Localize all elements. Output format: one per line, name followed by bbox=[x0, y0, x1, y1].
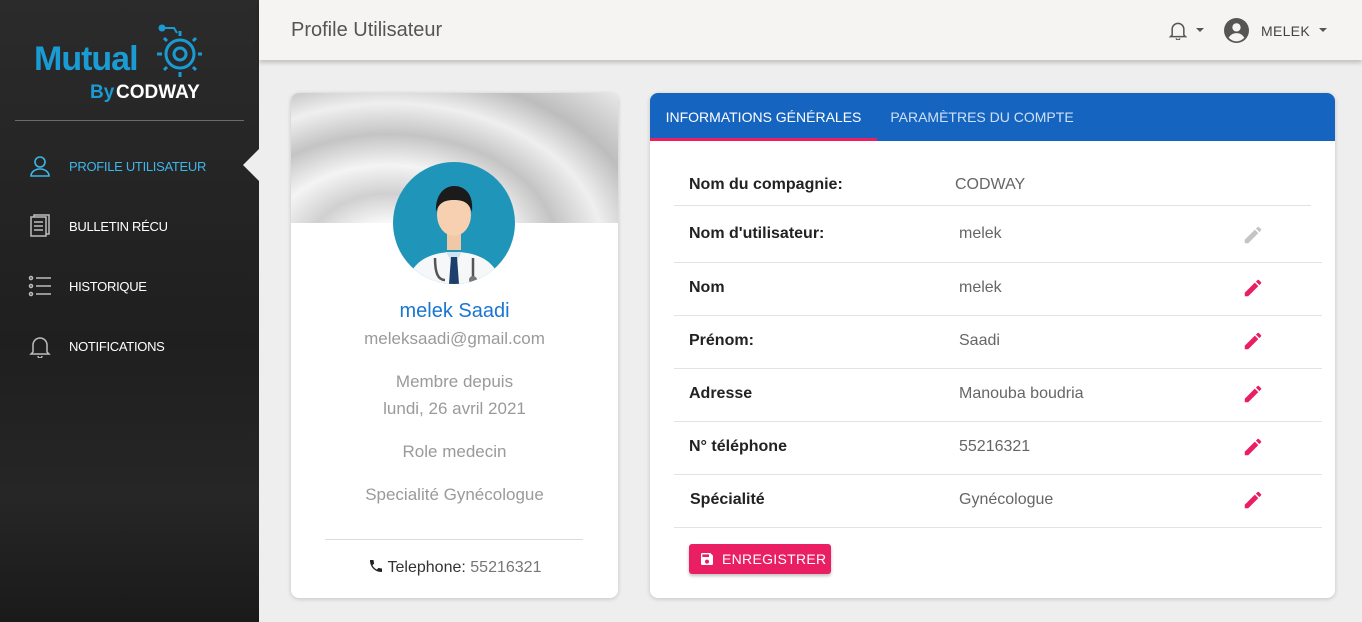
profile-role: Role medecin bbox=[402, 442, 507, 461]
edit-icon-disabled bbox=[1244, 226, 1262, 244]
bell-icon bbox=[29, 337, 51, 358]
logo-company-text: CODWAY bbox=[116, 82, 200, 103]
edit-icon[interactable] bbox=[1242, 489, 1264, 511]
notifications-button[interactable] bbox=[1166, 18, 1208, 42]
field-value: Gynécologue bbox=[959, 491, 1054, 508]
profile-phone: Telephone: 55216321 bbox=[291, 558, 618, 577]
field-label: Nom d'utilisateur: bbox=[689, 225, 825, 242]
field-label: Nom du compagnie: bbox=[689, 176, 843, 193]
field-value: CODWAY bbox=[955, 176, 1026, 193]
info-row-specialite: Spécialité Gynécologue bbox=[674, 475, 1322, 528]
sidebar: Mutual By CODWAY PROFILE UTILISATEUR BUL… bbox=[0, 0, 260, 622]
member-since-label: Membre depuis bbox=[395, 372, 514, 391]
account-circle-icon bbox=[1224, 18, 1249, 43]
info-row-username: Nom d'utilisateur: melek bbox=[674, 206, 1322, 263]
chevron-down-icon bbox=[1319, 28, 1327, 32]
info-row-company: Nom du compagnie: CODWAY bbox=[674, 159, 1311, 206]
sidebar-item-bulletin[interactable]: BULLETIN RÉCU bbox=[0, 206, 259, 246]
field-value: melek bbox=[959, 279, 1002, 296]
logo: Mutual By CODWAY bbox=[34, 22, 214, 104]
info-card: INFORMATIONS GÉNÉRALES PARAMÈTRES DU COM… bbox=[650, 93, 1335, 598]
bell-icon bbox=[1168, 22, 1188, 40]
profile-speciality: Specialité Gynécologue bbox=[365, 485, 544, 504]
sidebar-item-historique[interactable]: HISTORIQUE bbox=[0, 266, 259, 306]
page-title: Profile Utilisateur bbox=[291, 19, 443, 41]
field-label: Adresse bbox=[689, 385, 753, 402]
chevron-down-icon bbox=[1196, 28, 1204, 32]
doctor-avatar-icon bbox=[407, 186, 501, 284]
sidebar-item-label: HISTORIQUE bbox=[69, 278, 147, 294]
sidebar-item-profile[interactable]: PROFILE UTILISATEUR bbox=[0, 146, 259, 186]
sidebar-item-label: NOTIFICATIONS bbox=[69, 338, 165, 354]
sidebar-item-notifications[interactable]: NOTIFICATIONS bbox=[0, 326, 259, 366]
profile-card: melek Saadi meleksaadi@gmail.com Membre … bbox=[291, 93, 618, 598]
user-name: MELEK bbox=[1261, 23, 1310, 39]
field-label: Nom bbox=[689, 279, 725, 296]
tab-general-info[interactable]: INFORMATIONS GÉNÉRALES bbox=[650, 93, 877, 141]
avatar bbox=[393, 162, 515, 284]
save-button-label: ENREGISTRER bbox=[722, 551, 827, 567]
active-item-caret bbox=[243, 148, 260, 182]
phone-value: 55216321 bbox=[470, 559, 542, 576]
tab-label: INFORMATIONS GÉNÉRALES bbox=[665, 109, 862, 125]
user-menu-button[interactable]: MELEK bbox=[1224, 16, 1334, 44]
phone-icon bbox=[369, 560, 382, 572]
edit-icon[interactable] bbox=[1242, 383, 1264, 405]
save-button[interactable]: ENREGISTRER bbox=[689, 544, 831, 574]
edit-icon[interactable] bbox=[1242, 330, 1264, 352]
tab-label: PARAMÈTRES DU COMPTE bbox=[890, 109, 1074, 125]
sidebar-item-label: PROFILE UTILISATEUR bbox=[69, 158, 207, 174]
field-label: Spécialité bbox=[690, 491, 765, 508]
list-icon bbox=[28, 275, 51, 297]
save-icon bbox=[701, 553, 713, 565]
profile-divider bbox=[325, 539, 583, 540]
member-since-date: lundi, 26 avril 2021 bbox=[383, 399, 526, 418]
info-row-adresse: Adresse Manouba boudria bbox=[674, 369, 1322, 422]
phone-label: Telephone: bbox=[387, 559, 466, 576]
field-label: N° téléphone bbox=[689, 438, 787, 455]
field-label: Prénom: bbox=[689, 332, 754, 349]
user-icon bbox=[30, 156, 50, 177]
edit-icon[interactable] bbox=[1242, 436, 1264, 458]
sidebar-item-label: BULLETIN RÉCU bbox=[69, 218, 168, 234]
edit-icon[interactable] bbox=[1242, 277, 1264, 299]
info-row-prenom: Prénom: Saadi bbox=[674, 316, 1322, 369]
field-value: Manouba boudria bbox=[959, 385, 1084, 402]
logo-mutual-text: Mutual bbox=[34, 40, 139, 78]
field-value: melek bbox=[959, 225, 1002, 242]
info-row-nom: Nom melek bbox=[674, 263, 1322, 316]
tab-account-settings[interactable]: PARAMÈTRES DU COMPTE bbox=[877, 93, 1087, 141]
profile-email: meleksaadi@gmail.com bbox=[364, 329, 545, 348]
tab-bar: INFORMATIONS GÉNÉRALES PARAMÈTRES DU COM… bbox=[650, 93, 1335, 141]
logo-gear-icon bbox=[157, 24, 202, 77]
logo-by-text: By bbox=[90, 82, 115, 103]
topbar: Profile Utilisateur MELEK bbox=[259, 0, 1362, 60]
document-icon bbox=[30, 214, 50, 237]
field-value: Saadi bbox=[959, 332, 1000, 349]
profile-name: melek Saadi bbox=[399, 300, 510, 322]
field-value: 55216321 bbox=[959, 438, 1031, 455]
sidebar-divider bbox=[15, 120, 244, 121]
info-row-telephone: N° téléphone 55216321 bbox=[674, 422, 1322, 475]
